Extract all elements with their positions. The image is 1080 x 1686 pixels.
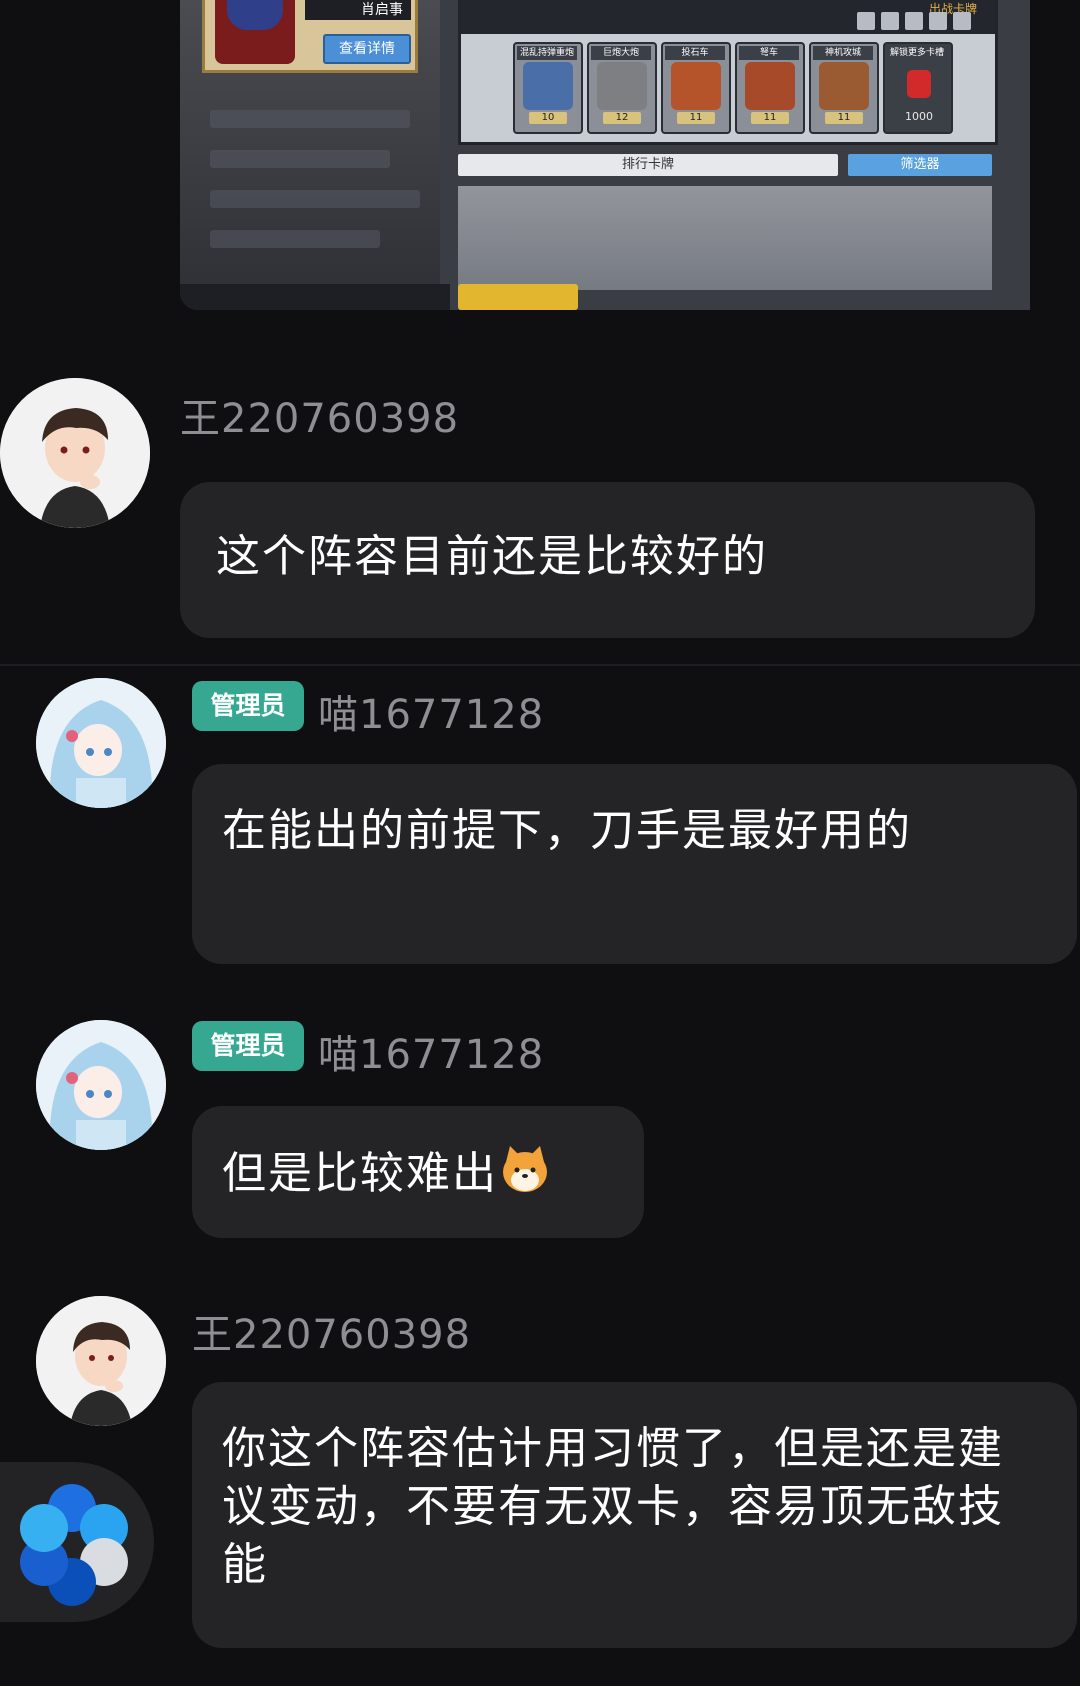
message-bubble[interactable]: 你这个阵容估计用习惯了，但是还是建议变动，不要有无双卡，容易顶无敌技能: [192, 1382, 1077, 1648]
blurred-row: [210, 110, 410, 128]
card-unit-image: [819, 62, 869, 110]
deck-panel: 出战卡牌 混乱持弹重炮 10 巨炮大炮 12 投石车 11 弩车 11 神机攻城…: [458, 0, 998, 145]
view-details-button: 查看详情: [323, 34, 411, 64]
admin-badge: 管理员: [192, 681, 304, 731]
sword-icon: [905, 12, 923, 30]
card-unit-image: [671, 62, 721, 110]
anime-girl-avatar[interactable]: [36, 678, 166, 808]
message-bubble[interactable]: 这个阵容目前还是比较好的: [180, 482, 1035, 638]
message-username[interactable]: 王220760398: [180, 386, 459, 444]
card-level: 11: [825, 112, 863, 124]
sword-icon: [953, 12, 971, 30]
message-text: 你这个阵容估计用习惯了，但是还是建议变动，不要有无双卡，容易顶无敌技能: [222, 1423, 1004, 1590]
blurred-row: [210, 150, 390, 168]
game-left-panel: 肖启事 查看详情: [180, 0, 440, 310]
locked-card-slot: 解锁更多卡槽 1000: [883, 42, 953, 134]
yellow-tab-button: [458, 284, 578, 310]
card-slot: 神机攻城 11: [809, 42, 879, 134]
anime-girl-avatar[interactable]: [36, 1020, 166, 1150]
message-text: 这个阵容目前还是比较好的: [216, 531, 768, 582]
message-bubble[interactable]: 在能出的前提下，刀手是最好用的: [192, 764, 1077, 964]
card-slot-label: 巨炮大炮: [591, 46, 651, 60]
card-level: 11: [677, 112, 715, 124]
male-avatar[interactable]: [36, 1296, 166, 1426]
game-bottom-strip: [180, 284, 450, 310]
unlock-cost: 1000: [905, 110, 933, 123]
card-unit-image: [523, 62, 573, 110]
blurred-row: [210, 230, 380, 248]
sword-icon: [929, 12, 947, 30]
card-unit-image: [745, 62, 795, 110]
card-slot-label: 混乱持弹重炮: [517, 46, 577, 60]
dice-icon: [881, 12, 899, 30]
card-slot-label: 神机攻城: [813, 46, 873, 60]
card-unit-image: [597, 62, 647, 110]
app-logo-icon: [20, 1484, 128, 1606]
hero-helmet: [227, 0, 283, 30]
message-username[interactable]: 喵1677128: [318, 1022, 544, 1080]
message-text: 在能出的前提下，刀手是最好用的: [222, 805, 912, 856]
card-slot-label: 投石车: [665, 46, 725, 60]
card-level: 10: [529, 112, 567, 124]
male-avatar[interactable]: [0, 378, 150, 528]
message-username[interactable]: 喵1677128: [318, 682, 544, 740]
card-slot-label: 弩车: [739, 46, 799, 60]
filter-button: 筛选器: [848, 154, 992, 176]
deck-title-bar: 出战卡牌: [461, 0, 995, 34]
message-bubble[interactable]: 但是比较难出: [192, 1106, 644, 1238]
locked-slot-label: 解锁更多卡槽: [887, 46, 947, 60]
card-slot: 巨炮大炮 12: [587, 42, 657, 134]
card-slot: 弩车 11: [735, 42, 805, 134]
card-bar: 排行卡牌: [458, 154, 838, 176]
card-slot: 投石车 11: [661, 42, 731, 134]
blurred-row: [210, 190, 420, 208]
hero-card: 肖启事 查看详情: [202, 0, 418, 73]
message-text: 但是比较难出: [222, 1148, 498, 1199]
divider: [0, 664, 1080, 666]
shared-game-screenshot[interactable]: 肖启事 查看详情 出战卡牌 混乱持弹重炮 10 巨炮大炮 12 投石车 11 弩…: [180, 0, 1030, 310]
card-level: 11: [751, 112, 789, 124]
shiba-dog-emoji: [498, 1142, 552, 1196]
dice-icon: [857, 12, 875, 30]
card-level: 12: [603, 112, 641, 124]
blurred-card-list: [458, 186, 992, 290]
hero-name: 肖启事: [305, 0, 411, 20]
card-slot: 混乱持弹重炮 10: [513, 42, 583, 134]
floating-app-button[interactable]: [0, 1462, 154, 1622]
message-username[interactable]: 王220760398: [192, 1302, 471, 1360]
lock-icon: [907, 70, 931, 98]
admin-badge: 管理员: [192, 1021, 304, 1071]
